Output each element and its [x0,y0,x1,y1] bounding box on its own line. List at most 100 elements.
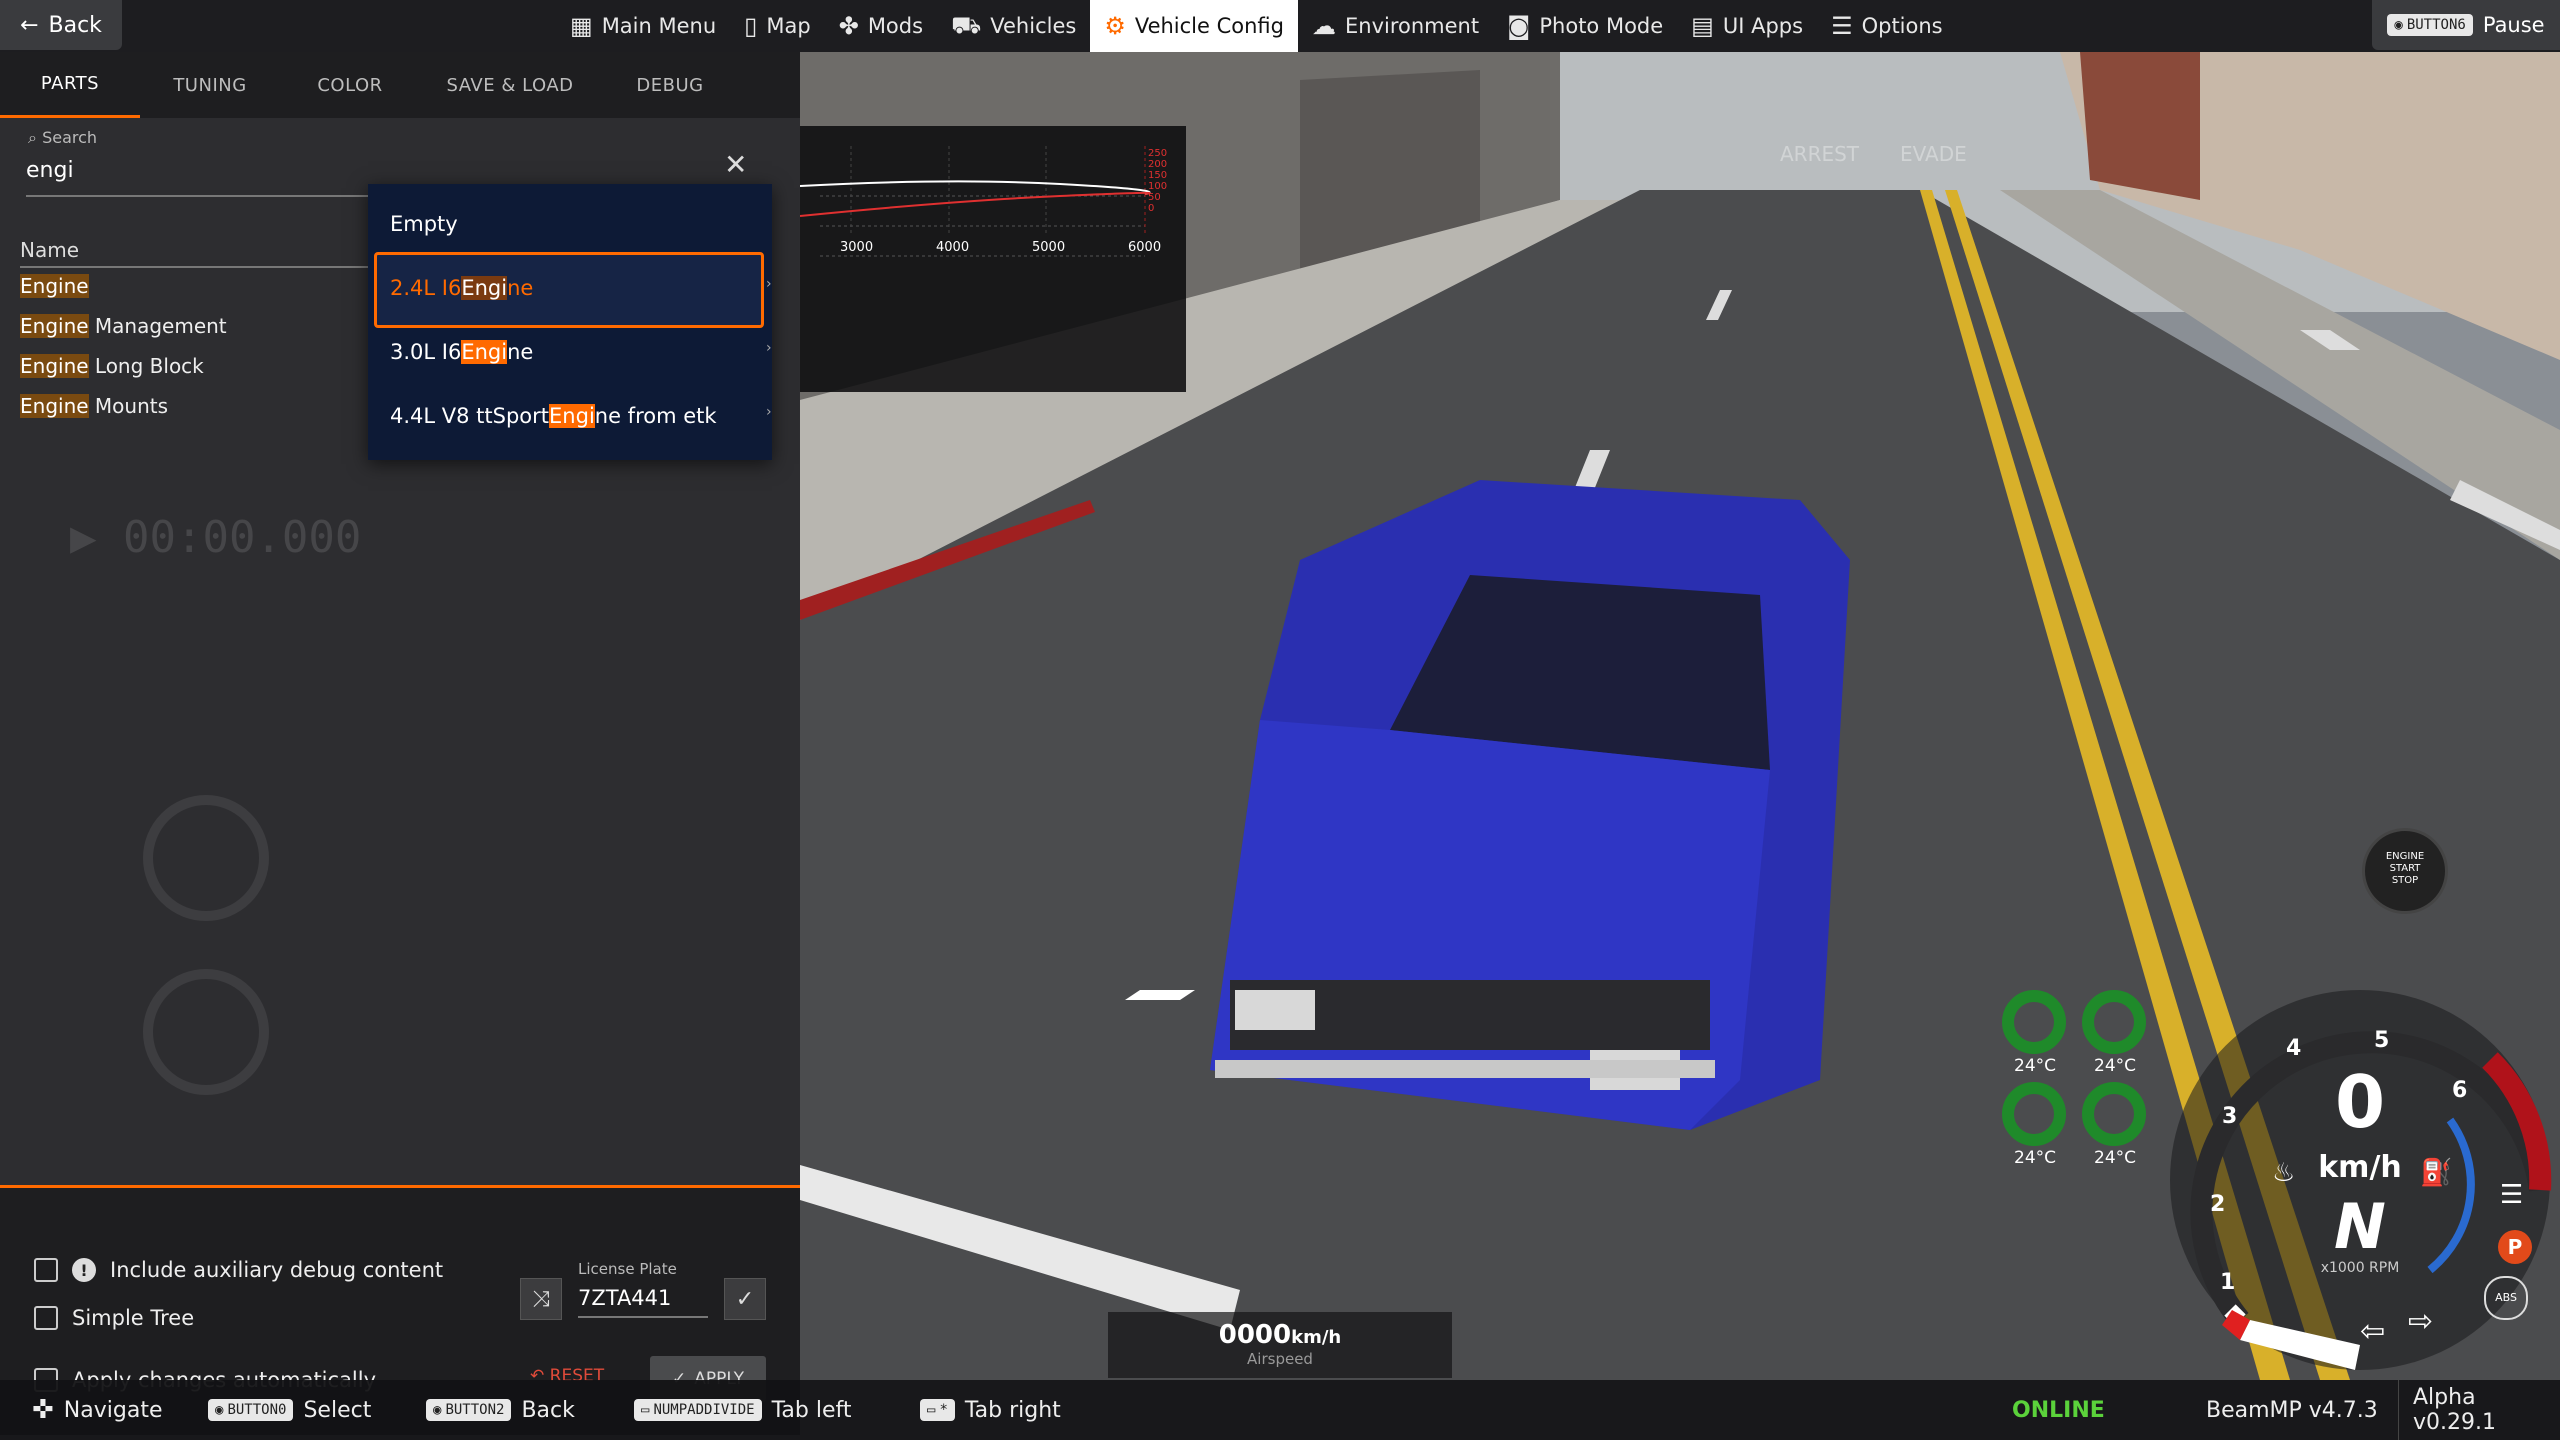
menu-photo-mode[interactable]: ◙ Photo Mode [1493,0,1677,52]
y-ticks: 250 200 150 100 50 0 [1148,148,1167,214]
gear-mark-2: 2 [2210,1192,2226,1217]
menu-mods[interactable]: ✤ Mods [825,0,937,52]
speed-unit: km/h [2318,1150,2402,1185]
back-button[interactable]: ← Back [0,0,122,50]
menu-label: Options [1861,14,1943,38]
ui-apps-icon: ▤ [1691,12,1714,40]
search-label: ⌕ Search [28,128,97,148]
check-icon: ✓ [735,1286,755,1312]
randomize-plate-button[interactable]: ⤨ [520,1278,562,1320]
gear-mark-6: 6 [2452,1078,2468,1103]
menu-vehicle-config[interactable]: ⚙ Vehicle Config [1090,0,1298,52]
close-icon[interactable]: ✕ [724,148,747,181]
airspeed-app: 0000km/h Airspeed [1108,1312,1452,1378]
option-text: Empty [390,212,458,236]
select-hint[interactable]: ◉ BUTTON0 Select [208,1380,371,1440]
dropdown-option-44l-v8[interactable]: 4.4L V8 ttSportEngine from etk [390,404,717,428]
hint-label: Tab left [771,1397,852,1423]
config-tabs: PARTS TUNING COLOR SAVE & LOAD DEBUG [0,52,800,118]
gear-mark-4: 4 [2286,1036,2302,1061]
tab-debug[interactable]: DEBUG [600,52,740,118]
ghost-timer: ▶ 00:00.000 [70,512,362,563]
checkbox-box [34,1306,58,1330]
menu-label: Vehicles [990,14,1077,38]
key-label: BUTTON0 [227,1402,287,1418]
turn-signal-left-icon: ⇦ [2360,1314,2386,1349]
aux-debug-label: Include auxiliary debug content [110,1258,444,1282]
hint-label: Tab right [964,1397,1061,1423]
license-plate-label: License Plate [578,1260,677,1278]
back-label: Back [48,12,102,38]
bottom-hint-bar: ✜ Navigate ◉ BUTTON0 Select ◉ BUTTON2 Back ▭ N… [0,1380,2560,1440]
hint-label: Navigate [63,1397,163,1423]
headlight-icon: ☰ [2500,1180,2524,1210]
menu-main-menu[interactable]: ▦ Main Menu [556,0,730,52]
back-hint[interactable]: ◉ BUTTON2 Back [426,1380,575,1440]
license-plate-input[interactable]: 7ZTA441 [578,1286,708,1318]
chevron-right-icon: › [766,340,772,356]
airspeed-unit: km/h [1291,1327,1342,1348]
option-match: Engi [461,340,508,364]
gear-mark-1: 1 [2220,1270,2236,1295]
menu-map[interactable]: ▯ Map [730,0,825,52]
simple-tree-label: Simple Tree [72,1306,195,1330]
parking-brake-indicator: P [2498,1230,2532,1264]
tab-save-load[interactable]: SAVE & LOAD [420,52,600,118]
dropdown-option-empty[interactable]: Empty [390,212,458,236]
speed-value: 0 [2334,1060,2386,1144]
airspeed-value: 0000 [1218,1320,1292,1350]
option-text: 2.4L I6 [390,276,462,300]
gear-indicator: N [2334,1190,2386,1263]
key-label: * [939,1402,948,1418]
part-match: Engine [20,274,89,298]
checkbox-box [34,1258,58,1282]
tab-parts[interactable]: PARTS [0,52,140,118]
speedometer: 1 2 3 4 5 6 0 km/h N x1000 RPM ♨ ⛽ P ABS… [2160,980,2560,1380]
menu-label: UI Apps [1722,14,1804,38]
tab-color[interactable]: COLOR [280,52,420,118]
dropdown-option-30l-i6[interactable]: 3.0L I6Engine [390,340,533,364]
pause-button[interactable]: ◉ BUTTON6 Pause [2372,0,2560,50]
x-tick-4000: 4000 [936,240,970,255]
y-tick: 150 [1148,170,1168,181]
gamepad-button-icon: ◉ [215,1402,224,1418]
tab-right-hint[interactable]: ▭ * Tab right [920,1380,1061,1440]
menu-ui-apps[interactable]: ▤ UI Apps [1677,0,1817,52]
part-row-engine-management[interactable]: Engine Management [20,314,227,338]
menu-vehicles[interactable]: ⛟ Vehicles [937,0,1090,52]
tab-left-key: ▭ NUMPADDIVIDE [634,1399,762,1421]
engine-part-dropdown: Empty 2.4L I6Engine 3.0L I6Engine 4.4L V… [368,184,772,460]
x-tick-6000: 6000 [1128,240,1162,255]
tab-tuning[interactable]: TUNING [140,52,280,118]
engine-btn-text: ENGINE [2385,851,2425,862]
part-row-engine[interactable]: Engine [20,274,89,298]
y-tick: 200 [1148,159,1168,170]
navigate-hint: ✜ Navigate [32,1380,162,1440]
part-row-engine-long-block[interactable]: Engine Long Block [20,354,204,378]
key-label: BUTTON6 [2406,17,2466,33]
y-tick: 100 [1148,181,1168,192]
key-label: BUTTON2 [445,1402,505,1418]
menu-environment[interactable]: ☁ Environment [1298,0,1493,52]
main-menu-icon: ▦ [570,12,593,40]
part-rest: Mounts [88,394,169,418]
part-row-engine-mounts[interactable]: Engine Mounts [20,394,168,418]
tab-right-key: ▭ * [920,1399,955,1421]
menu-label: Map [766,14,811,38]
camera-icon: ◙ [1507,12,1531,40]
fuel-icon: ⛽ [2420,1158,2453,1188]
dropdown-option-24l-i6[interactable]: 2.4L I6Engine [390,276,533,300]
confirm-plate-button[interactable]: ✓ [724,1278,766,1320]
engine-start-stop-button[interactable]: ENGINE START STOP [2362,828,2448,914]
menu-options[interactable]: ☰ Options [1817,0,1957,52]
part-match: Engine [20,354,89,378]
menu-label: Mods [867,14,924,38]
aux-debug-checkbox[interactable]: ! Include auxiliary debug content [34,1258,443,1282]
engine-btn-text: START [2389,863,2421,874]
simple-tree-checkbox[interactable]: Simple Tree [34,1306,194,1330]
tab-left-hint[interactable]: ▭ NUMPADDIVIDE Tab left [634,1380,851,1440]
dpad-icon: ✜ [32,1395,54,1425]
tire-temp-rr: 24°C [2094,1148,2137,1168]
part-rest: Long Block [88,354,204,378]
sun-cloud-icon: ☁ [1311,12,1336,40]
